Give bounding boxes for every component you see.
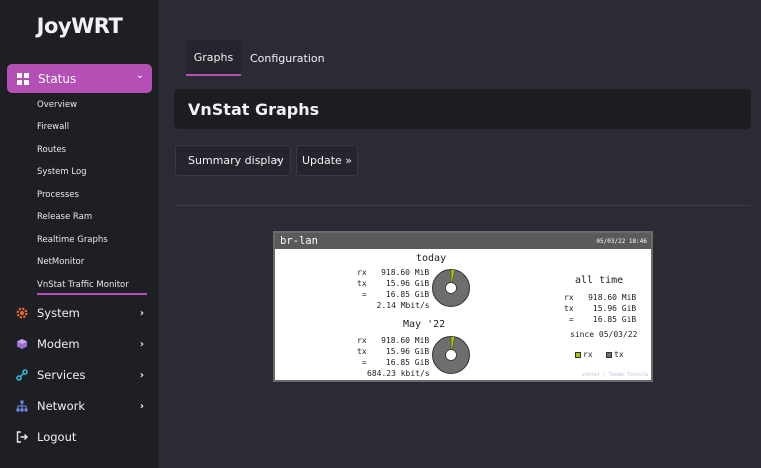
sidebar: JoyWRT Status ⌄ Overview Firewall Routes… xyxy=(0,0,159,468)
vnstat-header: br-lan 05/03/22 18:46 xyxy=(275,233,651,249)
sidebar-subitem-system-log[interactable]: System Log xyxy=(37,167,87,177)
vnstat-today-total: = 16.85 GiB xyxy=(357,290,430,299)
vnstat-alltime-title: all time xyxy=(575,275,624,286)
tab-configuration[interactable]: Configuration xyxy=(250,40,330,76)
vnstat-today-title: today xyxy=(416,253,447,264)
logout-icon xyxy=(16,431,28,443)
sidebar-subitem-routes[interactable]: Routes xyxy=(37,145,66,155)
vnstat-month-total: = 16.85 GiB xyxy=(357,358,430,367)
sidebar-subitem-vnstat[interactable]: VnStat Traffic Monitor xyxy=(37,280,147,295)
vnstat-interface: br-lan xyxy=(280,235,318,247)
sidebar-item-system[interactable]: System › xyxy=(16,304,148,322)
divider xyxy=(174,205,751,206)
gear-icon xyxy=(16,307,28,319)
vnstat-month-rx: rx 918.60 MiB xyxy=(357,336,430,345)
tab-graphs[interactable]: Graphs xyxy=(186,40,241,76)
vnstat-month-pie xyxy=(432,336,470,374)
vnstat-month-tx: tx 15.96 GiB xyxy=(357,347,430,356)
display-mode-select[interactable]: Summary display ⌄ xyxy=(175,145,291,176)
cube-icon xyxy=(16,338,28,350)
sidebar-item-modem[interactable]: Modem › xyxy=(16,335,148,353)
sidebar-subitem-processes[interactable]: Processes xyxy=(37,190,79,200)
vnstat-legend-rx: rx xyxy=(575,349,593,360)
vnstat-since: since 05/03/22 xyxy=(570,330,638,339)
vnstat-generated: 05/03/22 18:46 xyxy=(596,237,647,245)
chevron-right-icon: › xyxy=(139,369,144,381)
page-title: VnStat Graphs xyxy=(174,89,751,129)
vnstat-today-pie xyxy=(432,269,470,307)
legend-swatch-tx xyxy=(606,351,612,358)
legend-label-tx: tx xyxy=(614,350,624,359)
sidebar-item-label: Modem xyxy=(37,337,80,351)
sidebar-item-label: Logout xyxy=(37,430,77,444)
sidebar-item-label: Network xyxy=(37,399,86,413)
sidebar-item-label: System xyxy=(37,306,80,320)
update-button[interactable]: Update » xyxy=(296,145,358,176)
vnstat-footer: vnStat / Teemu Toivola xyxy=(581,372,648,378)
dashboard-icon xyxy=(17,72,29,85)
brand-logo: JoyWRT xyxy=(36,14,123,38)
vnstat-alltime-rx: rx 918.60 MiB xyxy=(564,293,637,302)
sidebar-subitem-firewall[interactable]: Firewall xyxy=(37,122,69,132)
sidebar-item-label: Status xyxy=(38,71,77,86)
chevron-down-icon: ⌄ xyxy=(274,154,282,164)
vnstat-today-rx: rx 918.60 MiB xyxy=(357,268,430,277)
sidebar-item-services[interactable]: Services › xyxy=(16,366,148,384)
vnstat-alltime-total: = 16.85 GiB xyxy=(564,315,637,324)
vnstat-today-tx: tx 15.96 GiB xyxy=(357,279,430,288)
vnstat-legend-tx: tx xyxy=(606,349,624,360)
sidebar-item-status[interactable]: Status ⌄ xyxy=(7,64,152,93)
network-icon xyxy=(16,400,28,412)
legend-swatch-rx xyxy=(575,351,581,358)
sidebar-item-label: Services xyxy=(37,368,86,382)
chevron-right-icon: › xyxy=(139,307,144,319)
sidebar-subitem-netmonitor[interactable]: NetMonitor xyxy=(37,257,84,267)
sidebar-subitem-realtime-graphs[interactable]: Realtime Graphs xyxy=(37,235,108,245)
legend-label-rx: rx xyxy=(583,350,593,359)
sidebar-subitem-release-ram[interactable]: Release Ram xyxy=(37,212,92,222)
vnstat-month-title: May '22 xyxy=(403,319,446,330)
vnstat-today-rate: 2.14 Mbit/s xyxy=(367,301,430,310)
sidebar-item-network[interactable]: Network › xyxy=(16,397,148,415)
select-value: Summary display xyxy=(188,154,284,167)
chevron-right-icon: › xyxy=(139,338,144,350)
chevron-right-icon: › xyxy=(139,400,144,412)
vnstat-summary-graph: br-lan 05/03/22 18:46 today rx 918.60 Mi… xyxy=(273,231,653,382)
vnstat-month-rate: 684.23 kbit/s xyxy=(367,369,430,378)
sidebar-subitem-overview[interactable]: Overview xyxy=(37,100,77,110)
link-icon xyxy=(16,369,28,381)
vnstat-alltime-tx: tx 15.96 GiB xyxy=(564,304,637,313)
sidebar-item-logout[interactable]: Logout xyxy=(16,428,148,446)
chevron-down-icon: ⌄ xyxy=(135,70,144,81)
